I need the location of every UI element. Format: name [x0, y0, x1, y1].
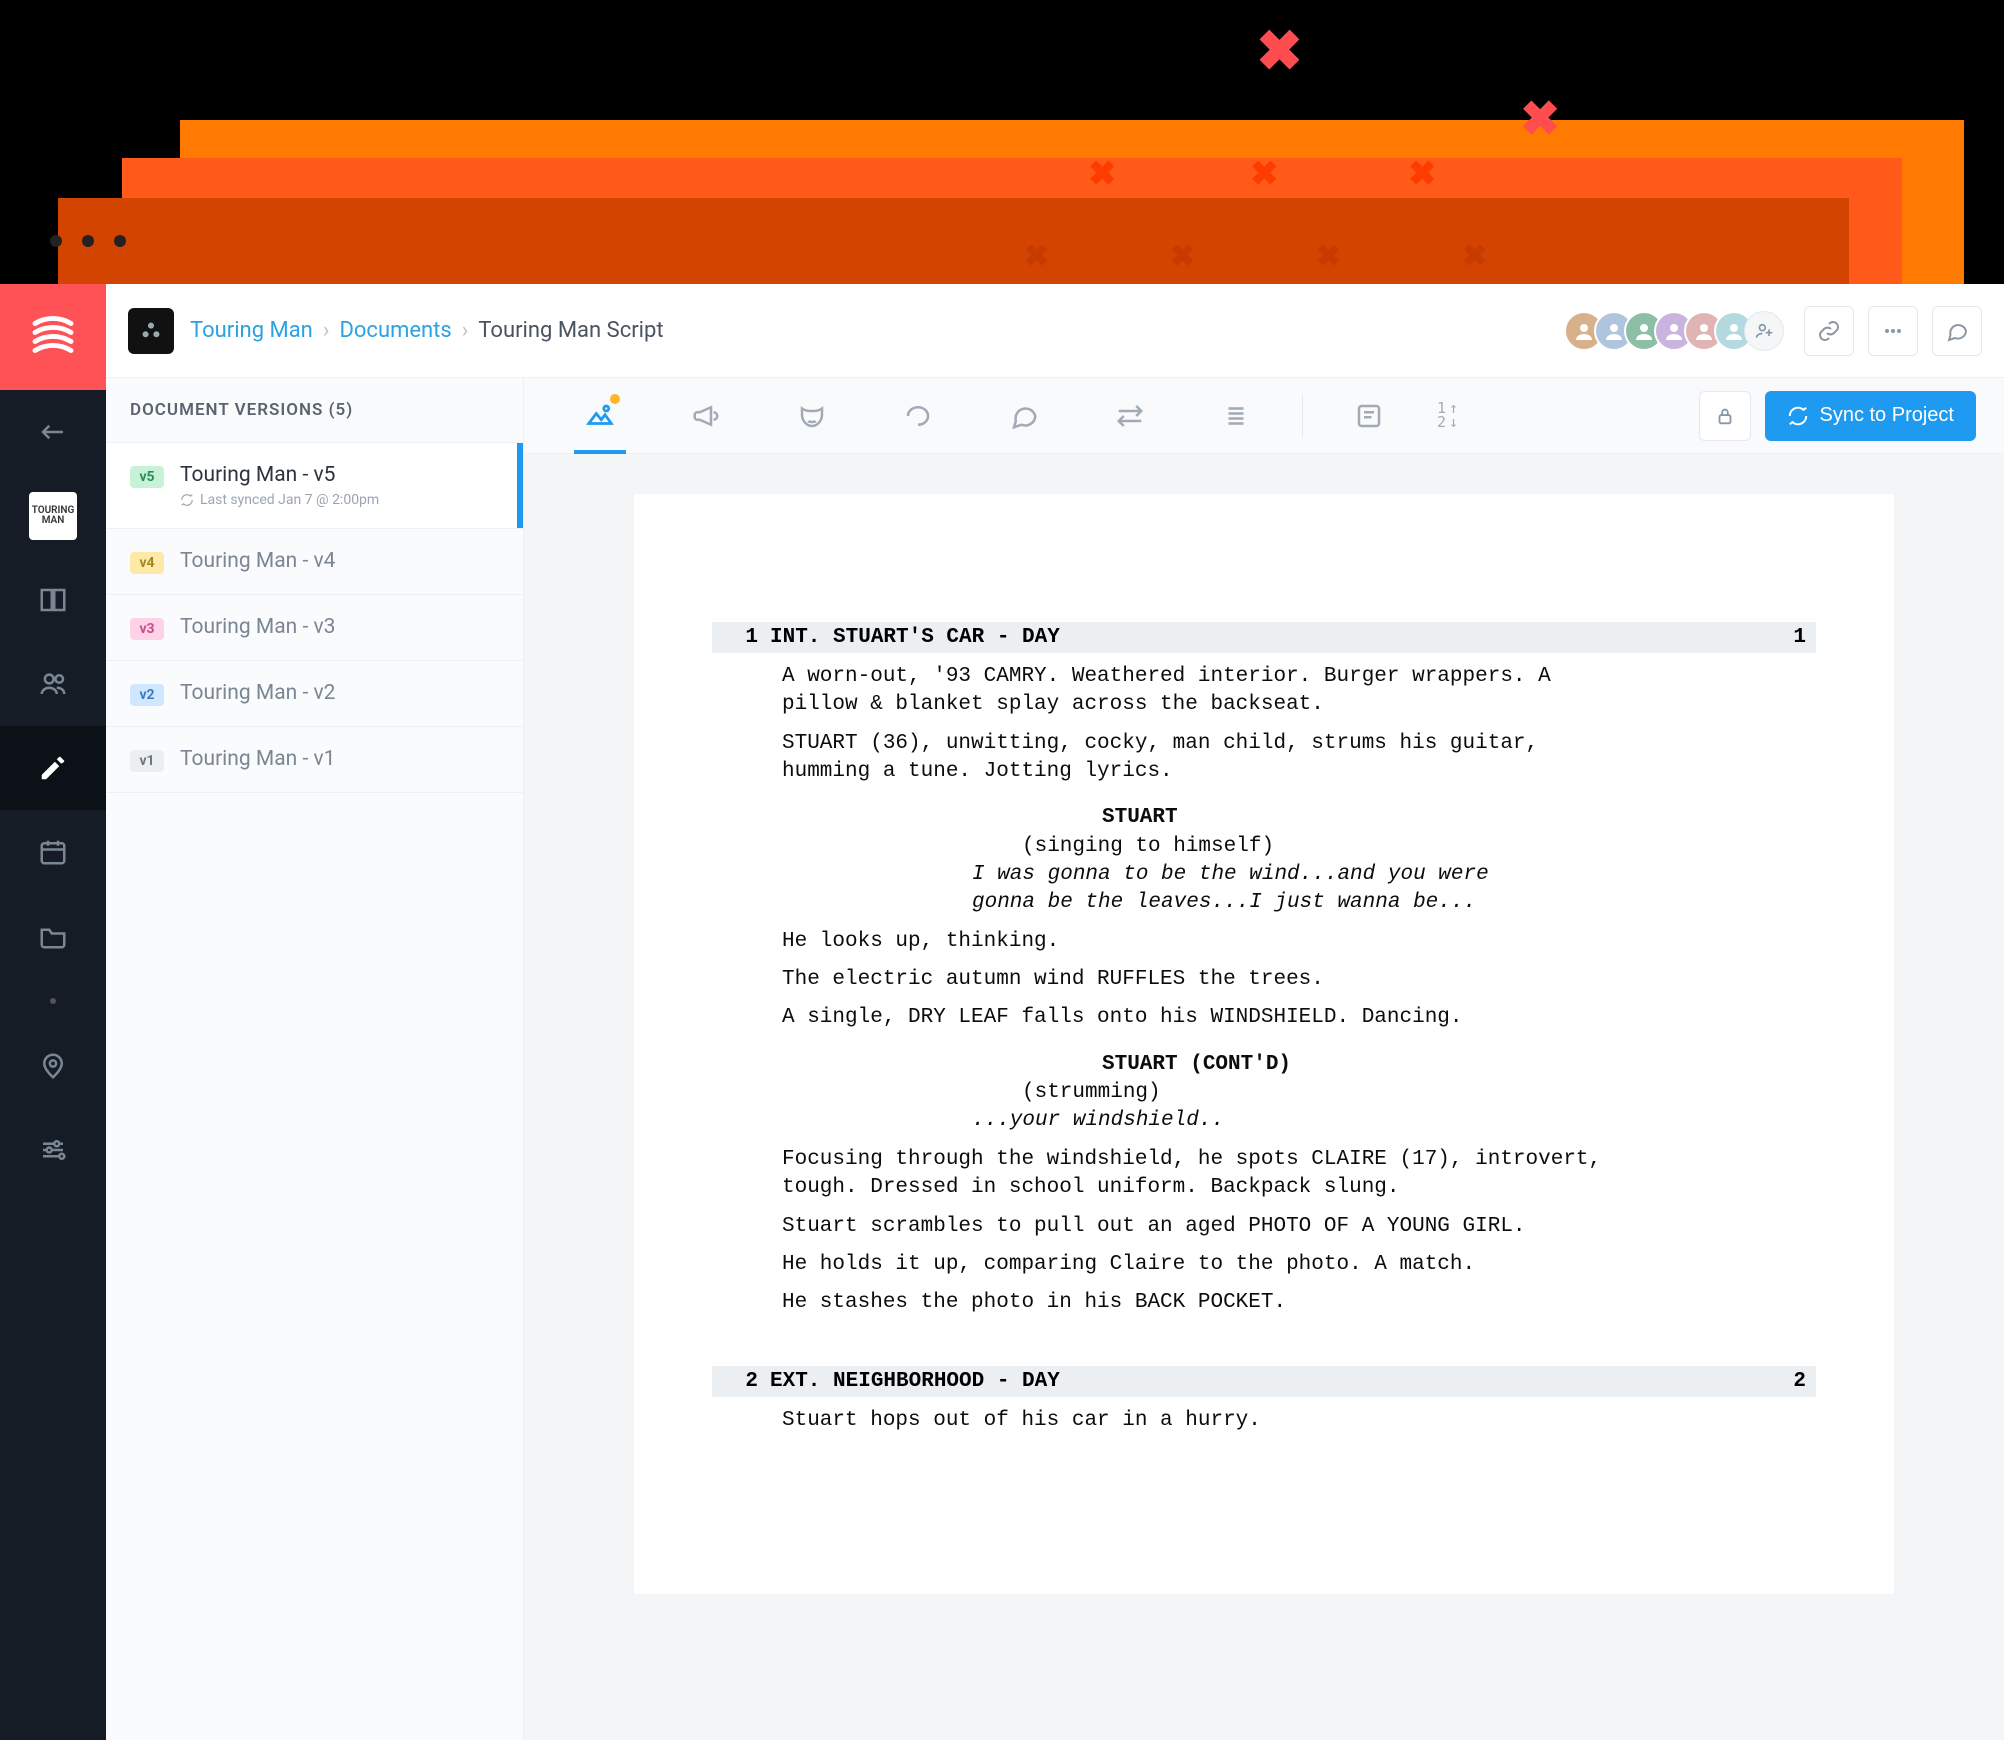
editor-toolbar: 1↑ 2↓ Sync to Project [524, 378, 2004, 454]
version-title: Touring Man - v2 [180, 681, 335, 705]
version-item[interactable]: v1 Touring Man - v1 [106, 727, 523, 793]
calendar-icon[interactable] [0, 810, 106, 894]
scene-heading-text: INT. STUART'S CAR - DAY [770, 626, 1758, 649]
app-logo[interactable] [0, 284, 106, 390]
version-item[interactable]: v2 Touring Man - v2 [106, 661, 523, 727]
edit-icon[interactable] [0, 726, 106, 810]
script-action[interactable]: He looks up, thinking. [782, 928, 1602, 956]
version-item[interactable]: v3 Touring Man - v3 [106, 595, 523, 661]
version-title: Touring Man - v1 [180, 747, 335, 771]
editor-pane: 1↑ 2↓ Sync to Project 1INT. STUART'S CAR [524, 378, 2004, 1740]
add-collaborator-button[interactable] [1744, 311, 1784, 351]
speech-bubble-icon[interactable] [1006, 388, 1042, 444]
scene-number-left: 2 [722, 1370, 770, 1393]
breadcrumb-current: Touring Man Script [478, 318, 663, 343]
people-icon[interactable] [0, 642, 106, 726]
note-icon[interactable] [1351, 388, 1387, 444]
script-action[interactable]: The electric autumn wind RUFFLES the tre… [782, 966, 1602, 994]
breadcrumb-folder[interactable]: Documents [339, 318, 451, 343]
top-bar: Touring Man › Documents › Touring Man Sc… [106, 284, 2004, 378]
link-icon[interactable] [1804, 306, 1854, 356]
script-action[interactable]: A single, DRY LEAF falls onto his WINDSH… [782, 1004, 1602, 1032]
version-title: Touring Man - v5 [180, 463, 379, 487]
content-row: DOCUMENT VERSIONS (5) v5 Touring Man - v5… [106, 378, 2004, 1740]
version-badge: v5 [130, 466, 164, 488]
script-action[interactable]: STUART (36), unwitting, cocky, man child… [782, 730, 1602, 787]
script-dialogue[interactable]: ...your windshield.. [972, 1107, 1492, 1135]
transition-icon[interactable] [1112, 388, 1148, 444]
main-column: Touring Man › Documents › Touring Man Sc… [106, 284, 2004, 1740]
scene-heading[interactable]: 1INT. STUART'S CAR - DAY1 [712, 622, 1816, 653]
rail-divider [50, 998, 56, 1004]
folder-icon[interactable] [0, 894, 106, 978]
lock-icon[interactable] [1699, 391, 1751, 441]
comments-icon[interactable] [1932, 306, 1982, 356]
scene-number-right: 1 [1758, 626, 1806, 649]
script-action[interactable]: He stashes the photo in his BACK POCKET. [782, 1289, 1602, 1317]
scenery-icon[interactable] [582, 388, 618, 444]
script-character[interactable]: STUART [1102, 804, 1806, 832]
toolbar-separator [1302, 395, 1303, 437]
scene-heading-text: EXT. NEIGHBORHOOD - DAY [770, 1370, 1758, 1393]
numbering-icon[interactable]: 1↑ 2↓ [1437, 388, 1458, 444]
sync-to-project-button[interactable]: Sync to Project [1765, 391, 1976, 441]
version-badge: v2 [130, 684, 164, 706]
scene-number-right: 2 [1758, 1370, 1806, 1393]
megaphone-icon[interactable] [688, 388, 724, 444]
pin-icon[interactable] [0, 1024, 106, 1108]
version-item[interactable]: v5 Touring Man - v5 Last synced Jan 7 @ 2:… [106, 443, 523, 529]
script-parenthetical[interactable]: (strumming) [1022, 1079, 1806, 1107]
versions-panel: DOCUMENT VERSIONS (5) v5 Touring Man - v5… [106, 378, 524, 1740]
scene-number-left: 1 [722, 626, 770, 649]
left-rail: TOURING MAN [0, 284, 106, 1740]
paragraph-align-icon[interactable] [1218, 388, 1254, 444]
layout-icon[interactable] [0, 558, 106, 642]
script-action[interactable]: A worn-out, '93 CAMRY. Weathered interio… [782, 663, 1602, 720]
back-icon[interactable] [0, 390, 106, 474]
paper-scroll[interactable]: 1INT. STUART'S CAR - DAY1 A worn-out, '93… [524, 454, 2004, 1740]
project-chip[interactable] [128, 308, 174, 354]
script-parenthetical[interactable]: (singing to himself) [1022, 833, 1806, 861]
version-badge: v4 [130, 552, 164, 574]
scene-heading[interactable]: 2EXT. NEIGHBORHOOD - DAY2 [712, 1366, 1816, 1397]
script-action[interactable]: Stuart hops out of his car in a hurry. [782, 1407, 1602, 1435]
version-title: Touring Man - v3 [180, 615, 335, 639]
chevron-right-icon: › [323, 318, 330, 343]
project-card[interactable]: TOURING MAN [0, 474, 106, 558]
breadcrumb-project[interactable]: Touring Man [190, 318, 313, 343]
script-action[interactable]: Focusing through the windshield, he spot… [782, 1146, 1602, 1203]
script-action[interactable]: Stuart scrambles to pull out an aged PHO… [782, 1213, 1602, 1241]
version-sync-label: Last synced Jan 7 @ 2:00pm [180, 492, 379, 508]
version-title: Touring Man - v4 [180, 549, 335, 573]
script-paper[interactable]: 1INT. STUART'S CAR - DAY1 A worn-out, '93… [634, 494, 1894, 1594]
sync-button-label: Sync to Project [1819, 404, 1954, 427]
script-character[interactable]: STUART (CONT'D) [1102, 1051, 1806, 1079]
script-action[interactable]: He holds it up, comparing Claire to the … [782, 1251, 1602, 1279]
chevron-right-icon: › [462, 318, 469, 343]
app-frame: TOURING MAN Touring [0, 284, 2004, 1740]
shape-icon[interactable] [900, 388, 936, 444]
script-dialogue[interactable]: I was gonna to be the wind...and you wer… [972, 861, 1492, 918]
breadcrumb: Touring Man › Documents › Touring Man Sc… [190, 318, 664, 343]
settings-sliders-icon[interactable] [0, 1108, 106, 1192]
versions-header: DOCUMENT VERSIONS (5) [106, 378, 523, 443]
more-icon[interactable] [1868, 306, 1918, 356]
version-item[interactable]: v4 Touring Man - v4 [106, 529, 523, 595]
decorative-bands: ✖✖✖✖✖✖✖✖✖ [0, 0, 2004, 290]
version-badge: v1 [130, 750, 164, 772]
mask-icon[interactable] [794, 388, 830, 444]
collaborator-avatars[interactable] [1564, 311, 1790, 351]
version-badge: v3 [130, 618, 164, 640]
